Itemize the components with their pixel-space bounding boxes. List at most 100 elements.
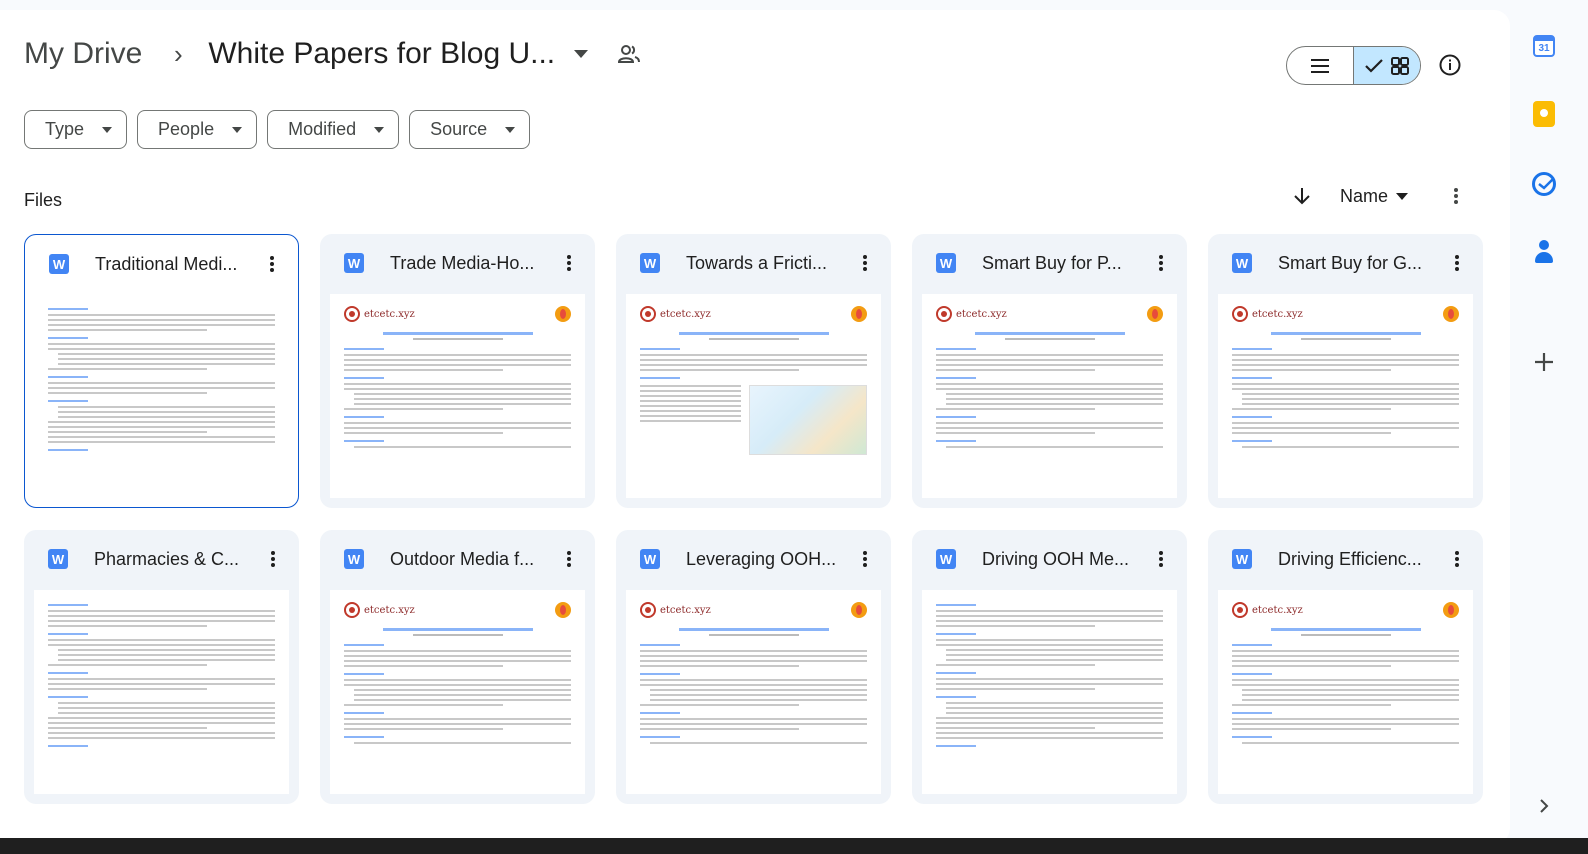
more-vert-icon <box>1159 551 1163 567</box>
file-more-button[interactable] <box>1443 545 1471 573</box>
file-thumbnail <box>34 590 289 794</box>
file-card[interactable]: W Smart Buy for G... etcetc.xyz <box>1208 234 1483 508</box>
tasks-button[interactable] <box>1530 170 1558 198</box>
breadcrumb-my-drive[interactable]: My Drive <box>24 37 158 71</box>
add-addon-button[interactable] <box>1530 348 1558 376</box>
expand-panel-button[interactable] <box>1530 792 1558 820</box>
word-doc-icon: W <box>344 549 364 569</box>
file-more-button[interactable] <box>851 249 879 277</box>
file-card[interactable]: W Driving Efficienc... etcetc.xyz <box>1208 530 1483 804</box>
file-thumbnail: etcetc.xyz <box>1218 590 1473 794</box>
chevron-right-icon <box>1540 799 1549 813</box>
sort-direction-button[interactable] <box>1288 182 1316 210</box>
grid-view-button[interactable] <box>1353 47 1420 84</box>
file-thumbnail: etcetc.xyz <box>626 294 881 498</box>
file-card[interactable]: W Driving OOH Me... <box>912 530 1187 804</box>
word-doc-icon: W <box>49 254 69 274</box>
file-thumbnail: etcetc.xyz <box>330 294 585 498</box>
caret-down-icon <box>102 126 113 133</box>
file-card-header: W Leveraging OOH... <box>616 530 891 588</box>
side-panel: 31 <box>1518 0 1588 838</box>
thumbnail-brand: etcetc.xyz <box>364 604 415 616</box>
file-more-button[interactable] <box>1147 545 1175 573</box>
file-grid: W Traditional Medi... W Trade Media-Ho... et… <box>24 234 1484 804</box>
breadcrumb-separator: › <box>174 38 183 69</box>
more-vert-icon <box>1455 255 1459 271</box>
list-view-icon <box>1311 58 1329 73</box>
file-name: Leveraging OOH... <box>686 548 837 569</box>
breadcrumb: My Drive › White Papers for Blog U... <box>24 32 647 76</box>
view-toggle <box>1286 46 1421 85</box>
more-vert-icon <box>567 255 571 271</box>
file-name: Smart Buy for P... <box>982 252 1122 273</box>
filter-modified[interactable]: Modified <box>267 110 400 149</box>
file-card[interactable]: W Traditional Medi... <box>24 234 299 508</box>
file-more-button[interactable] <box>259 545 287 573</box>
file-more-button[interactable] <box>555 249 583 277</box>
thumbnail-brand: etcetc.xyz <box>660 308 711 320</box>
more-vert-icon <box>1454 188 1458 204</box>
info-icon <box>1439 54 1461 76</box>
file-card-header: W Trade Media-Ho... <box>320 234 595 292</box>
file-thumbnail <box>922 590 1177 794</box>
more-vert-icon <box>567 551 571 567</box>
file-card[interactable]: W Trade Media-Ho... etcetc.xyz <box>320 234 595 508</box>
file-more-button[interactable] <box>258 250 286 278</box>
main-content: My Drive › White Papers for Blog U... Ty… <box>0 10 1510 844</box>
people-icon[interactable] <box>611 36 647 72</box>
file-card-header: W Smart Buy for P... <box>912 234 1187 292</box>
filter-type[interactable]: Type <box>24 110 128 149</box>
contacts-button[interactable] <box>1530 238 1558 266</box>
calendar-button[interactable]: 31 <box>1530 32 1558 60</box>
file-thumbnail: etcetc.xyz <box>626 590 881 794</box>
file-card[interactable]: W Smart Buy for P... etcetc.xyz <box>912 234 1187 508</box>
file-name: Pharmacies & C... <box>94 548 240 569</box>
thumbnail-brand: etcetc.xyz <box>660 604 711 616</box>
more-vert-icon <box>270 256 274 272</box>
file-name: Driving Efficienc... <box>1278 548 1422 569</box>
file-card[interactable]: W Outdoor Media f... etcetc.xyz <box>320 530 595 804</box>
file-more-button[interactable] <box>555 545 583 573</box>
keep-button[interactable] <box>1530 100 1558 128</box>
files-more-button[interactable] <box>1442 182 1470 210</box>
plus-icon <box>1535 353 1553 371</box>
file-card-header: W Driving OOH Me... <box>912 530 1187 588</box>
check-icon <box>1365 58 1383 73</box>
file-thumbnail <box>34 294 289 498</box>
file-card-header: W Towards a Fricti... <box>616 234 891 292</box>
thumbnail-brand: etcetc.xyz <box>364 308 415 320</box>
word-doc-icon: W <box>640 549 660 569</box>
caret-down-icon <box>374 126 385 133</box>
file-more-button[interactable] <box>851 545 879 573</box>
file-name: Driving OOH Me... <box>982 548 1130 569</box>
file-card-header: W Driving Efficienc... <box>1208 530 1483 588</box>
file-thumbnail: etcetc.xyz <box>1218 294 1473 498</box>
file-card[interactable]: W Pharmacies & C... <box>24 530 299 804</box>
file-card[interactable]: W Leveraging OOH... etcetc.xyz <box>616 530 891 804</box>
file-thumbnail: etcetc.xyz <box>330 590 585 794</box>
sort-by-name-button[interactable]: Name <box>1340 182 1409 210</box>
file-name: Outdoor Media f... <box>390 548 535 569</box>
thumbnail-brand: etcetc.xyz <box>1252 604 1303 616</box>
file-more-button[interactable] <box>1443 249 1471 277</box>
arrow-down-icon <box>1294 188 1310 205</box>
caret-down-icon <box>232 126 243 133</box>
file-card[interactable]: W Towards a Fricti... etcetc.xyz <box>616 234 891 508</box>
file-card-header: W Pharmacies & C... <box>24 530 299 588</box>
caret-down-icon[interactable] <box>563 36 599 72</box>
word-doc-icon: W <box>1232 549 1252 569</box>
file-name: Towards a Fricti... <box>686 252 828 273</box>
file-more-button[interactable] <box>1147 249 1175 277</box>
list-view-button[interactable] <box>1287 47 1353 84</box>
breadcrumb-current-folder[interactable]: White Papers for Blog U... <box>198 37 555 71</box>
thumbnail-brand: etcetc.xyz <box>1252 308 1303 320</box>
filter-people[interactable]: People <box>137 110 258 149</box>
filter-chips: Type People Modified Source <box>24 110 531 149</box>
caret-down-icon <box>505 126 516 133</box>
info-button[interactable] <box>1432 47 1468 83</box>
filter-source[interactable]: Source <box>409 110 531 149</box>
word-doc-icon: W <box>936 253 956 273</box>
file-card-header: W Outdoor Media f... <box>320 530 595 588</box>
files-section-title: Files <box>24 190 63 210</box>
more-vert-icon <box>863 551 867 567</box>
